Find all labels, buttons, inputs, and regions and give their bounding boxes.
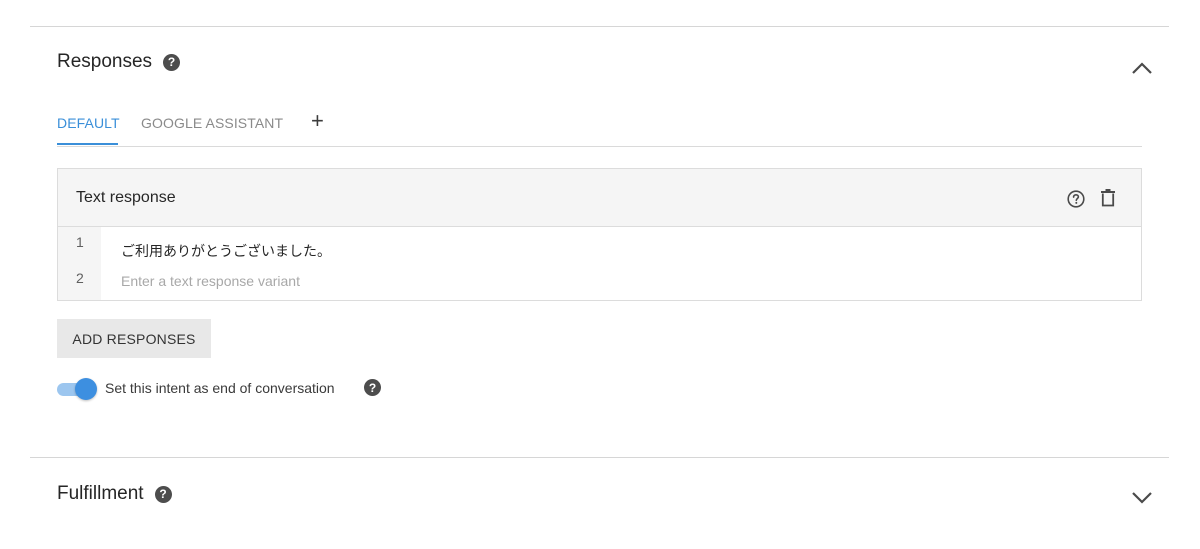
trash-icon[interactable] [1101, 189, 1115, 207]
response-tabs: DEFAULT GOOGLE ASSISTANT + [57, 108, 1142, 147]
end-conversation-toggle[interactable] [57, 378, 97, 400]
text-response-card: Text response 1 ご利用ありがとうございました。 2 [57, 168, 1142, 301]
row-number: 1 [76, 234, 84, 250]
section-divider [30, 457, 1169, 458]
help-icon[interactable]: ? [154, 485, 172, 503]
toggle-thumb [75, 378, 97, 400]
help-icon[interactable]: ? [364, 379, 381, 396]
text-response-header: Text response [58, 169, 1141, 227]
chevron-up-icon[interactable] [1131, 61, 1153, 75]
responses-header: Responses ? [57, 51, 181, 73]
tab-google-assistant[interactable]: GOOGLE ASSISTANT [141, 115, 283, 131]
chevron-down-icon[interactable] [1131, 491, 1153, 505]
response-variant-input[interactable] [121, 273, 921, 289]
responses-title: Responses [57, 51, 153, 72]
top-divider [30, 26, 1169, 27]
help-icon[interactable]: ? [163, 53, 181, 71]
fulfillment-header[interactable]: Fulfillment ? [57, 483, 172, 505]
add-responses-button[interactable]: ADD RESPONSES [57, 319, 211, 358]
end-conversation-label: Set this intent as end of conversation [105, 380, 335, 396]
fulfillment-title: Fulfillment [57, 483, 144, 504]
text-response-title: Text response [76, 189, 176, 206]
add-tab-button[interactable]: + [311, 110, 324, 132]
response-text[interactable]: ご利用ありがとうございました。 [121, 241, 331, 261]
tab-default[interactable]: DEFAULT [57, 115, 120, 145]
help-outline-icon[interactable] [1067, 190, 1085, 208]
row-number: 2 [76, 270, 84, 286]
